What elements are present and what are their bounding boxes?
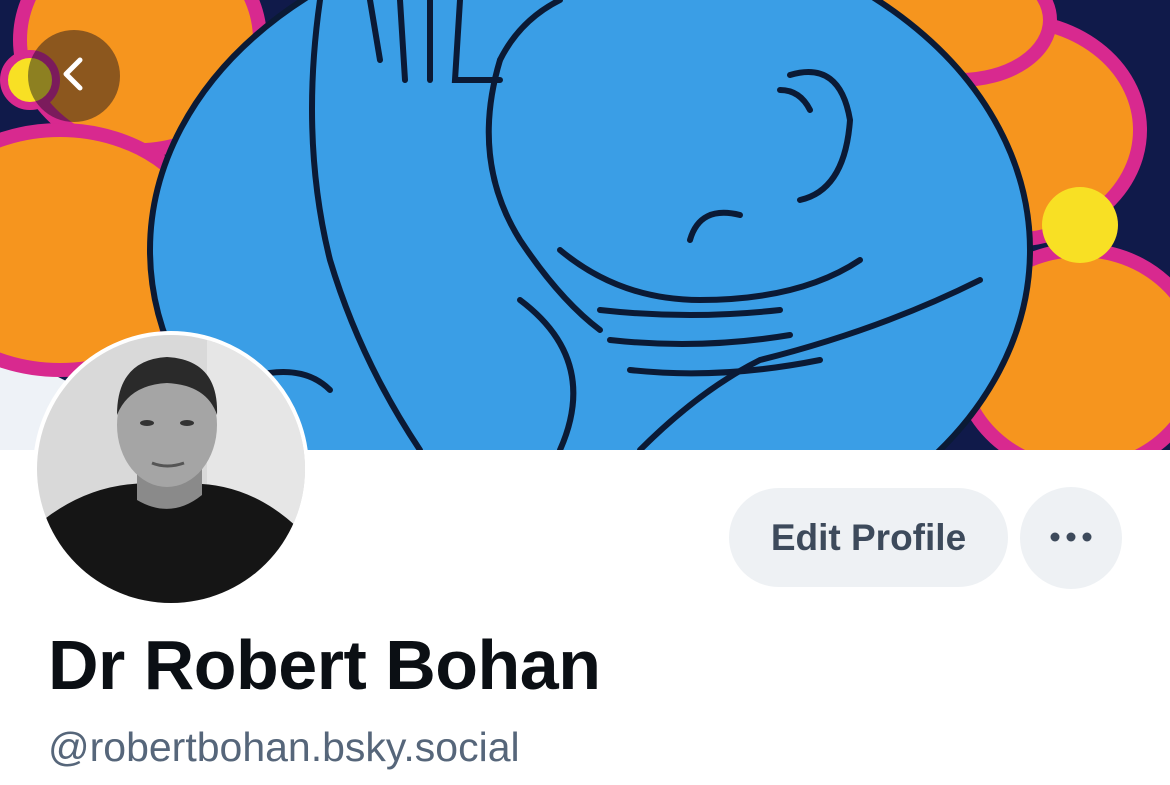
avatar-photo xyxy=(37,335,305,603)
more-options-button[interactable] xyxy=(1020,487,1122,589)
chevron-left-icon xyxy=(54,54,94,99)
back-button[interactable] xyxy=(28,30,120,122)
edit-profile-label: Edit Profile xyxy=(770,516,967,558)
profile-handle: @robertbohan.bsky.social xyxy=(48,724,520,770)
avatar[interactable] xyxy=(33,331,309,607)
ellipsis-icon xyxy=(1049,531,1093,546)
edit-profile-button[interactable]: Edit Profile xyxy=(729,488,1008,587)
display-name: Dr Robert Bohan xyxy=(48,626,601,704)
